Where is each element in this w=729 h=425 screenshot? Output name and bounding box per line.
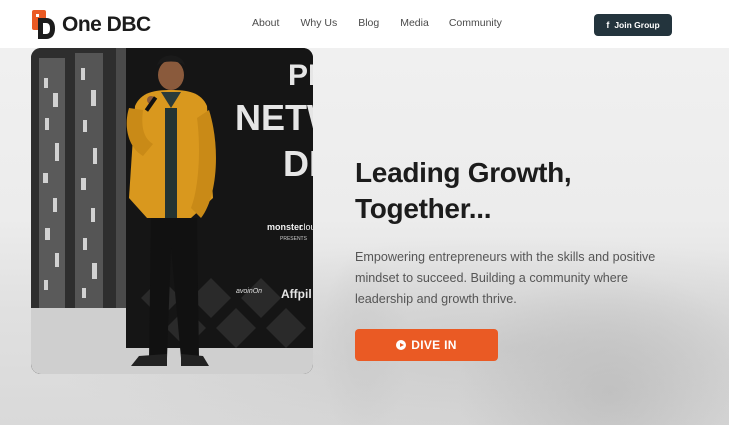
nav-about[interactable]: About (252, 17, 279, 29)
hero-headline: Leading Growth, Together... (355, 155, 655, 227)
logo-icon (32, 10, 55, 39)
hero-headline-line1: Leading Growth, (355, 157, 572, 188)
nav-community[interactable]: Community (449, 17, 502, 29)
speaker-photo-art: PR NETW DI monster cloud PRESENTS avoinO… (31, 48, 313, 374)
facebook-icon: f (606, 20, 610, 30)
brand-name: One DBC (62, 12, 151, 36)
sponsor-3: avoinOn (236, 288, 262, 295)
speaker-photo: PR NETW DI monster cloud PRESENTS avoinO… (31, 48, 313, 374)
sponsor-1b: cloud (299, 222, 313, 232)
join-group-label: Join Group (614, 20, 660, 30)
sponsor-1-sub: PRESENTS (280, 236, 308, 242)
main-nav: About Why Us Blog Media Community (252, 17, 502, 29)
nav-why-us[interactable]: Why Us (300, 17, 337, 29)
site-header: One DBC About Why Us Blog Media Communit… (0, 0, 729, 48)
play-circle-icon (396, 340, 407, 350)
dive-in-button[interactable]: DIVE IN (355, 329, 498, 361)
hero-headline-line2: Together... (355, 193, 492, 224)
banner-line-1: PR (288, 59, 313, 92)
banner-line-3: DI (283, 143, 313, 184)
dive-in-label: DIVE IN (411, 338, 457, 352)
sponsor-1: monster (267, 222, 303, 232)
sponsor-2: Affpil (281, 287, 312, 301)
hero-subtext: Empowering entrepreneurs with the skills… (355, 250, 656, 306)
banner-line-2: NETW (235, 97, 313, 138)
brand-logo[interactable]: One DBC (32, 10, 151, 39)
nav-media[interactable]: Media (400, 17, 429, 29)
nav-blog[interactable]: Blog (358, 17, 379, 29)
join-group-button[interactable]: f Join Group (594, 14, 672, 36)
